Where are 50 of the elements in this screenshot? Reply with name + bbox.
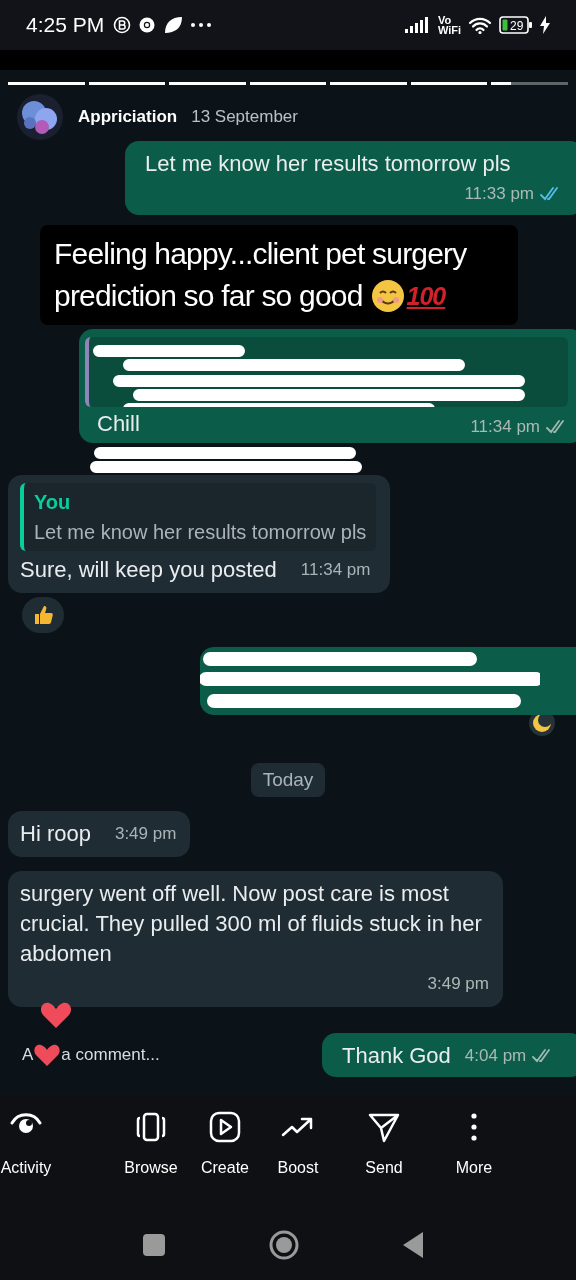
quoted-message[interactable]: You Let me know her results tomorrow pls [20,483,377,551]
message-time: 11:34 pm [470,417,540,437]
action-button[interactable]: Send [338,1109,430,1177]
wifi-icon [468,16,492,34]
message-time: 3:49 pm [114,823,177,845]
signal-icon [404,17,431,33]
thumbs-up-icon [32,604,54,626]
leaf-icon [163,15,184,35]
message-time: 11:34 pm [300,559,371,581]
post-date: 13 September [191,107,298,127]
message-text: Sure, will keep you posted [20,556,277,584]
message-text: Chill [97,411,140,437]
action-button[interactable]: Create [192,1109,258,1177]
reaction-badge[interactable] [22,597,64,633]
message-time: 3:49 pm [427,973,489,995]
more-icon [471,1113,477,1141]
smiling-face-icon [370,279,405,313]
action-button[interactable]: Activity [0,1109,52,1177]
battery-icon [499,16,533,34]
message-text: Let me know her results tomorrow pls [145,150,512,178]
quote-author: You [34,490,72,515]
caption-text: prediction so far so good [54,278,363,314]
message-text: Hi roop [20,820,91,848]
action-button[interactable]: More [434,1109,514,1177]
comment-placeholder: A [22,1045,34,1065]
more-dots-icon [190,22,213,28]
message-time: 11:33 pm [464,183,534,205]
message-text: Thank God [342,1042,451,1070]
message-text: surgery went off well. Now post care is most crucial. They pulled 300 ml of fluids stuck in her abdomen [20,880,483,968]
network-label: Vo [437,15,453,25]
author-name[interactable]: Appriciation [78,107,178,127]
comment-field[interactable]: A a comment... [0,1043,160,1067]
battery-level: 29 [510,19,524,33]
back-button[interactable] [403,1232,423,1258]
caption-text: Feeling happy...client pet surgery [54,236,467,272]
action-button[interactable]: Boost [262,1109,334,1177]
hundred-points-emoji: 100 [406,281,446,312]
recents-button[interactable] [143,1234,165,1256]
heart-icon [33,1043,62,1067]
comment-placeholder: a comment... [61,1045,160,1065]
action-button[interactable]: Browse [114,1109,188,1177]
b-circle-icon [113,16,132,34]
quote-text: Let me know her results tomorrow pls [34,520,367,545]
play-square-icon [207,1109,243,1145]
message-time: 4:04 pm [464,1045,527,1067]
home-button[interactable] [269,1230,299,1260]
browser-icon [138,16,157,34]
network-label: WiFi [437,25,461,35]
clock-time: 4:25 PM [26,13,105,37]
heart-icon [40,1001,72,1029]
